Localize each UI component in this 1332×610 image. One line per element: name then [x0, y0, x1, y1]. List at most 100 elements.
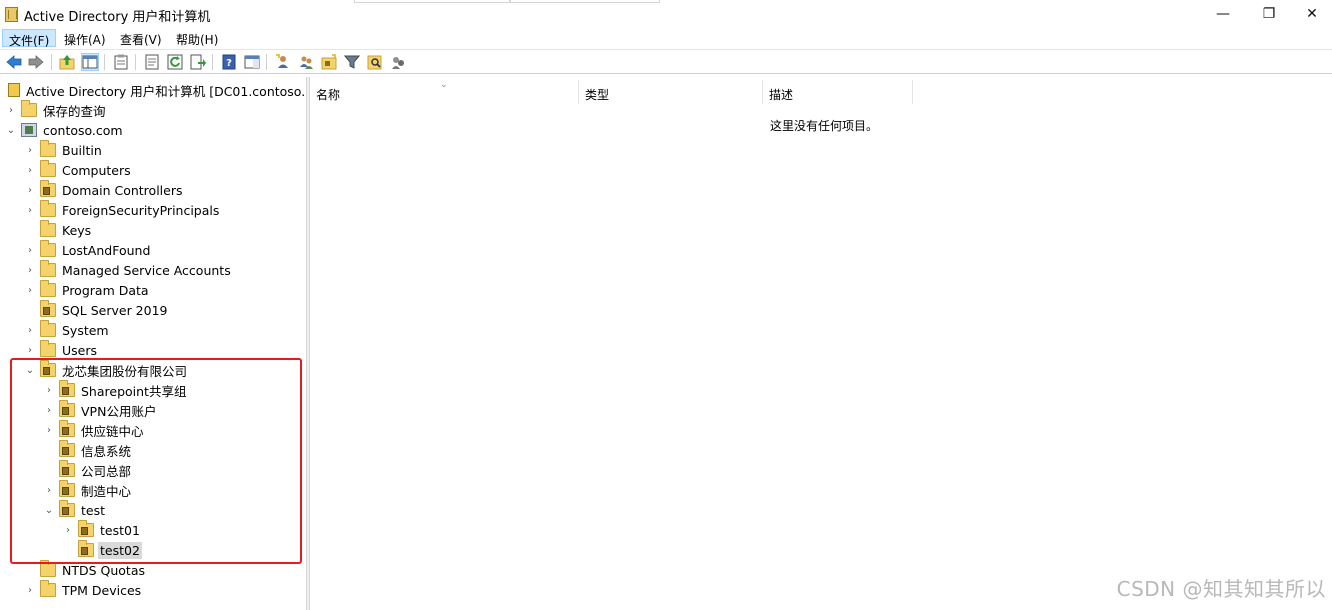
create-user-icon[interactable]: [274, 53, 292, 71]
chevron-right-icon[interactable]: ›: [43, 480, 55, 500]
tree-root-label: Active Directory 用户和计算机 [DC01.contoso.co…: [26, 83, 306, 99]
chevron-right-icon[interactable]: ›: [24, 280, 36, 300]
find-icon[interactable]: [366, 53, 384, 71]
folder-icon: [40, 260, 56, 277]
tree-item[interactable]: › Domain Controllers: [24, 180, 184, 200]
list-pane[interactable]: 名称 ⌄ 类型 描述 这里没有任何项目。: [310, 77, 1332, 610]
ou-icon: [40, 360, 56, 377]
tree-item-label: Computers: [62, 162, 131, 178]
chevron-right-icon[interactable]: ›: [43, 380, 55, 400]
ou-icon: [59, 380, 75, 397]
tree-item[interactable]: 公司总部: [43, 460, 133, 480]
help-icon[interactable]: ?: [220, 53, 238, 71]
tree-item[interactable]: › VPN公用账户: [43, 400, 158, 420]
chevron-right-icon[interactable]: ›: [62, 520, 74, 540]
delegate-icon[interactable]: [389, 53, 407, 71]
menu-view[interactable]: 查看(V): [114, 29, 168, 47]
show-tree-icon[interactable]: [81, 53, 99, 71]
tree-pane[interactable]: Active Directory 用户和计算机 [DC01.contoso.co…: [0, 77, 306, 610]
up-icon[interactable]: [58, 53, 76, 71]
chevron-right-icon[interactable]: ›: [5, 100, 17, 120]
tree-item-label: VPN公用账户: [81, 403, 157, 419]
column-header-description[interactable]: 描述: [763, 80, 913, 104]
chevron-right-icon[interactable]: ›: [24, 200, 36, 220]
tree-item-label: ForeignSecurityPrincipals: [62, 202, 220, 218]
tree-item[interactable]: › LostAndFound: [24, 240, 152, 260]
tree-item[interactable]: 信息系统: [43, 440, 133, 460]
tree-item[interactable]: › 供应链中心: [43, 420, 146, 440]
tree-item-label: Builtin: [62, 142, 102, 158]
tree-item[interactable]: › test01: [62, 520, 142, 540]
tree-item[interactable]: › Managed Service Accounts: [24, 260, 233, 280]
view-icon[interactable]: [243, 53, 261, 71]
forward-icon[interactable]: [27, 53, 45, 71]
empty-list-message: 这里没有任何项目。: [770, 119, 879, 133]
column-header-type[interactable]: 类型: [579, 80, 763, 104]
tree-item[interactable]: › Users: [24, 340, 99, 360]
tree-item-test[interactable]: ⌄ test: [43, 500, 107, 520]
toolbar-separator: [135, 54, 136, 70]
chevron-down-icon[interactable]: ⌄: [43, 500, 55, 520]
list-header: 名称 ⌄ 类型 描述: [310, 80, 913, 104]
tree-item-company[interactable]: ⌄ 龙芯集团股份有限公司: [24, 360, 189, 380]
ou-icon: [59, 440, 75, 457]
chevron-right-icon[interactable]: ›: [24, 180, 36, 200]
tree-item[interactable]: › Computers: [24, 160, 133, 180]
tree-item[interactable]: › Sharepoint共享组: [43, 380, 188, 400]
tree-item[interactable]: › Program Data: [24, 280, 151, 300]
tree-item-selected[interactable]: test02: [62, 540, 142, 560]
tree-item-label: 保存的查询: [43, 103, 106, 119]
tree-item-label: contoso.com: [43, 122, 123, 138]
chevron-right-icon[interactable]: ›: [24, 240, 36, 260]
minimize-button[interactable]: —: [1200, 0, 1246, 28]
create-group-icon[interactable]: [297, 53, 315, 71]
tree-item[interactable]: › 制造中心: [43, 480, 133, 500]
tab-ghost: [354, 0, 510, 3]
tree-item-label: Domain Controllers: [62, 182, 183, 198]
watermark: CSDN @知其知其所以: [1116, 577, 1326, 601]
tree-item[interactable]: › System: [24, 320, 111, 340]
create-ou-icon[interactable]: [320, 53, 338, 71]
tree-item[interactable]: NTDS Quotas: [24, 560, 147, 580]
tree-item-saved-queries[interactable]: › 保存的查询: [5, 100, 108, 120]
tree-item-label: TPM Devices: [62, 582, 142, 598]
column-header-name[interactable]: 名称 ⌄: [310, 80, 579, 104]
chevron-right-icon[interactable]: ›: [24, 340, 36, 360]
tab-ghost: [510, 0, 660, 3]
chevron-right-icon[interactable]: ›: [24, 580, 36, 600]
tree-item[interactable]: SQL Server 2019: [24, 300, 170, 320]
filter-icon[interactable]: [343, 53, 361, 71]
chevron-right-icon[interactable]: ›: [43, 400, 55, 420]
back-icon[interactable]: [5, 53, 23, 71]
chevron-right-icon[interactable]: ›: [24, 320, 36, 340]
tree-item[interactable]: Keys: [24, 220, 93, 240]
tree-root[interactable]: Active Directory 用户和计算机 [DC01.contoso.co…: [4, 80, 306, 100]
chevron-right-icon[interactable]: ›: [24, 260, 36, 280]
ou-icon: [40, 300, 56, 317]
tree-item-label: System: [62, 322, 109, 338]
chevron-right-icon[interactable]: ›: [43, 420, 55, 440]
export-list-icon[interactable]: [189, 53, 207, 71]
refresh-icon[interactable]: [166, 53, 184, 71]
menu-action[interactable]: 操作(A): [58, 29, 112, 47]
chevron-down-icon[interactable]: ⌄: [5, 120, 17, 140]
tree-item[interactable]: › Builtin: [24, 140, 104, 160]
ou-icon: [59, 500, 75, 517]
menu-file[interactable]: 文件(F): [2, 29, 57, 48]
restore-button[interactable]: ❐: [1246, 0, 1292, 28]
menu-help[interactable]: 帮助(H): [170, 29, 224, 47]
chevron-right-icon[interactable]: ›: [24, 160, 36, 180]
tree-item[interactable]: › TPM Devices: [24, 580, 143, 600]
clipboard-icon[interactable]: [112, 53, 130, 71]
toolbar-separator: [104, 54, 105, 70]
tree-item[interactable]: › ForeignSecurityPrincipals: [24, 200, 221, 220]
properties-icon[interactable]: [143, 53, 161, 71]
title-bar: Active Directory 用户和计算机 — ❐ ✕: [0, 0, 1332, 28]
chevron-right-icon[interactable]: ›: [24, 140, 36, 160]
close-button[interactable]: ✕: [1292, 0, 1332, 28]
tree-item-label: 制造中心: [81, 483, 132, 499]
chevron-down-icon[interactable]: ⌄: [24, 360, 36, 380]
tree-item-label: Sharepoint共享组: [81, 383, 187, 399]
tree-item-domain[interactable]: ⌄ contoso.com: [5, 120, 125, 140]
ou-icon: [59, 400, 75, 417]
